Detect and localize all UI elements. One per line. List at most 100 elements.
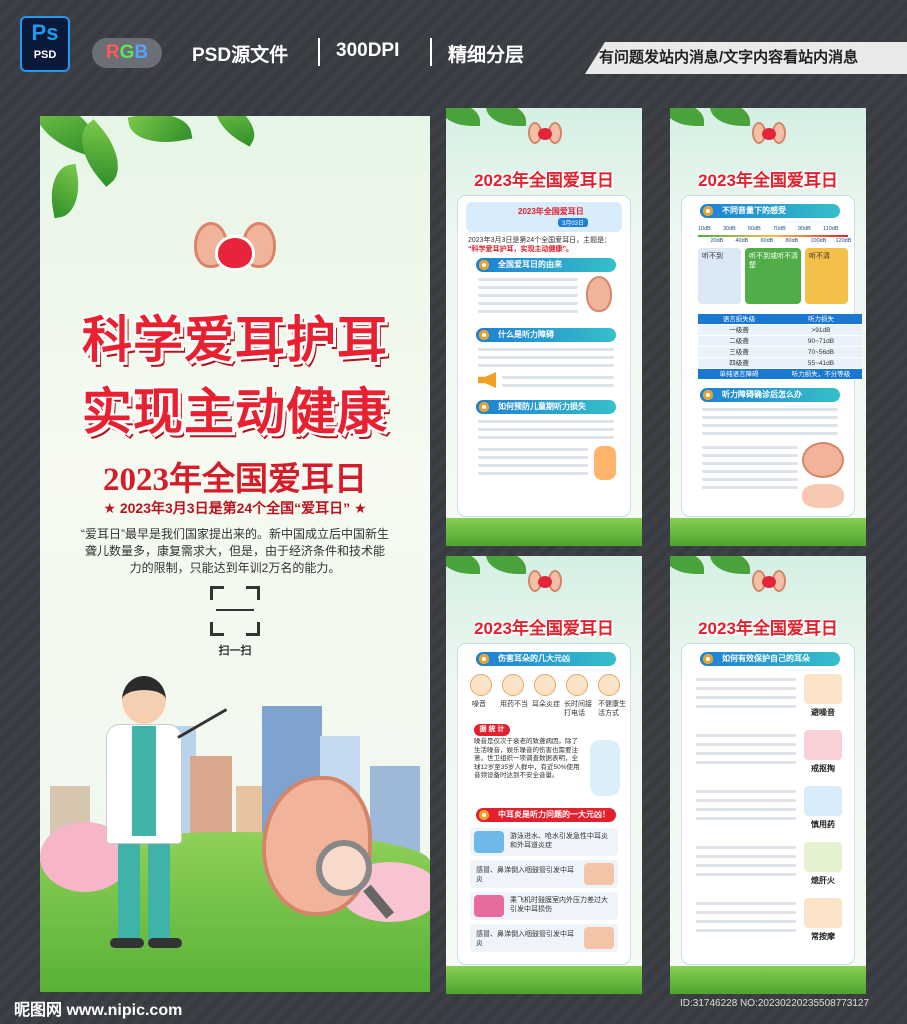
panel-3: 2023年全国爱耳日 伤害耳朵的几大元凶 噪音 用药不当 耳朵炎症 长时间接打电… <box>446 556 642 994</box>
tip-label: 避噪音 <box>811 708 835 717</box>
leaf-decoration <box>710 556 750 574</box>
hear-label: 听不清 <box>808 253 830 260</box>
main-tagline: ★ 2023年3月3日是第24个全国“爱耳日” ★ <box>103 500 367 516</box>
cause-label: 用药不当 <box>500 701 528 708</box>
hearing-loss-table: 语言损失级 听力损失 一级聋 >91dB 二级聋 90~71dB 三级聋 70~56dB… <box>698 314 862 380</box>
section-header: 什么是听力障碍 <box>476 328 616 342</box>
medicine-icon <box>502 674 524 696</box>
tip-icon <box>804 842 842 872</box>
tip-label: 戒抠掏 <box>811 764 835 773</box>
leaf-decoration <box>446 556 480 574</box>
volume-illustrations: 听不到 听不到或听不清楚 听不清 <box>698 248 848 304</box>
cause-label: 长时间接打电话 <box>564 701 592 717</box>
db-bar <box>698 235 848 237</box>
banner-date: 3月03日 <box>558 218 589 227</box>
section-header: 如何有效保护自己的耳朵 <box>700 652 840 666</box>
phone-icon <box>566 674 588 696</box>
otitis-row: 乘飞机时鼓膜室内外压力差过大引发中耳损伤 <box>470 892 618 920</box>
main-title-line2: 实现主动健康 <box>82 384 388 440</box>
hear-label: 听不到 <box>702 253 723 260</box>
section-header: 不同音量下的感受 <box>700 204 840 218</box>
cause-label: 耳朵炎症 <box>532 701 560 708</box>
panel-title: 2023年全国爱耳日 <box>474 619 614 638</box>
rgb-b: B <box>134 42 149 63</box>
panel-card: 不同音量下的感受 10dB 20dB 30dB 40dB 50dB 60dB 70dB 80d… <box>682 196 862 516</box>
db-tick: 10dB <box>698 226 711 232</box>
panel-card: 如何有效保护自己的耳朵 避噪音 戒抠掏 慎用药 熄肝火 常按摩 <box>682 644 854 964</box>
table-header: 听力损失 <box>808 316 834 323</box>
text-line <box>696 873 796 876</box>
noise-icon <box>470 674 492 696</box>
tip-label: 常按摩 <box>811 932 835 941</box>
tip-icon <box>804 898 842 928</box>
header-item-layers: 精细分层 <box>448 45 525 66</box>
otitis-row: 游泳进水、呛水引发急性中耳炎和外耳道炎症 <box>470 828 618 856</box>
child-icon <box>594 446 616 480</box>
hear-label: 听不到或听不清楚 <box>749 253 799 269</box>
table-row: 四级聋 55~41dB <box>698 358 862 369</box>
db-tick: 120dB <box>835 238 852 244</box>
section-header: 伤害耳朵的几大元凶 <box>476 652 616 666</box>
table-row: 一级聋 >91dB <box>698 325 862 336</box>
stat-text: 噪音是仅次于衰老的致聋病因。除了生活噪音，娱乐噪音的伤害也需要注意。世卫组织一项… <box>474 738 580 779</box>
db-tick: 110dB <box>823 226 839 232</box>
db-tick: 60dB <box>760 238 774 244</box>
text-line <box>696 920 796 923</box>
tip-icon <box>804 786 842 816</box>
db-tick: 30dB <box>723 226 736 232</box>
db-tick: 80dB <box>785 238 799 244</box>
leaf-decoration <box>45 163 85 219</box>
ears-heart-icon <box>528 122 562 152</box>
section-header: 中耳炎是听力问题的一大元凶！ <box>476 808 616 822</box>
magnifier-icon <box>316 840 372 896</box>
table-header: 语言损失级 <box>722 316 756 323</box>
text-line <box>696 902 796 905</box>
leaf-decoration <box>127 116 193 149</box>
grass-strip <box>670 518 866 546</box>
leaf-decoration <box>670 556 704 574</box>
theme-text: “科学爱耳护耳，实现主动健康”。 <box>468 246 573 253</box>
tip-label: 熄肝火 <box>811 876 835 885</box>
ear-icon <box>586 276 612 312</box>
leaf-decoration <box>206 116 264 147</box>
table-row: 单纯语言障碍 听力损失，不分等级 <box>698 369 862 380</box>
header-item-dpi: 300DPI <box>336 40 400 61</box>
text-line <box>696 929 796 932</box>
leaf-decoration <box>670 108 704 126</box>
panel-banner: 2023年全国爱耳日 3月03日 <box>466 202 622 232</box>
scan-icon <box>210 586 260 636</box>
banner-title: 2023年全国爱耳日 <box>518 207 584 216</box>
text-line <box>696 911 796 914</box>
cause-label: 不健康生活方式 <box>598 701 626 717</box>
cause-label: 噪音 <box>472 701 486 708</box>
tip-icon <box>804 674 842 704</box>
watermark: 昵图网 www.nipic.com <box>14 1002 183 1019</box>
panel-title: 2023年全国爱耳日 <box>698 171 838 190</box>
tip-icon <box>804 730 842 760</box>
header-item-psd: PSD源文件 <box>192 45 289 66</box>
text-line <box>696 752 796 755</box>
doctor-illustration <box>92 676 228 956</box>
text-line <box>696 687 796 690</box>
grass-strip <box>446 966 642 994</box>
leaf-decoration <box>486 108 526 126</box>
db-tick: 100dB <box>810 238 827 244</box>
db-scale: 10dB 20dB 30dB 40dB 50dB 60dB 70dB 80dB 90dB 100d… <box>698 226 851 250</box>
text-line <box>696 855 796 858</box>
main-poster: 科学爱耳护耳 实现主动健康 2023年全国爱耳日 ★ 2023年3月3日是第24… <box>40 116 430 992</box>
db-tick: 50dB <box>748 226 761 232</box>
text-line <box>696 846 796 849</box>
text-line <box>696 817 796 820</box>
stat-badge: 据 统 计 <box>474 724 510 736</box>
text-line <box>696 864 796 867</box>
header-divider <box>430 38 432 66</box>
otitis-row: 感冒、鼻涕倒入咽鼓管引发中耳炎 <box>470 924 618 952</box>
db-tick: 70dB <box>773 226 786 232</box>
ears-heart-icon <box>752 570 786 600</box>
panel-title: 2023年全国爱耳日 <box>698 619 838 638</box>
table-row: 二级聋 90~71dB <box>698 336 862 347</box>
section-header: 全国爱耳日的由来 <box>476 258 616 272</box>
main-subtitle: 2023年全国爱耳日 <box>103 462 367 498</box>
leaf-decoration <box>486 556 526 574</box>
rgb-badge: RGB <box>92 38 162 68</box>
